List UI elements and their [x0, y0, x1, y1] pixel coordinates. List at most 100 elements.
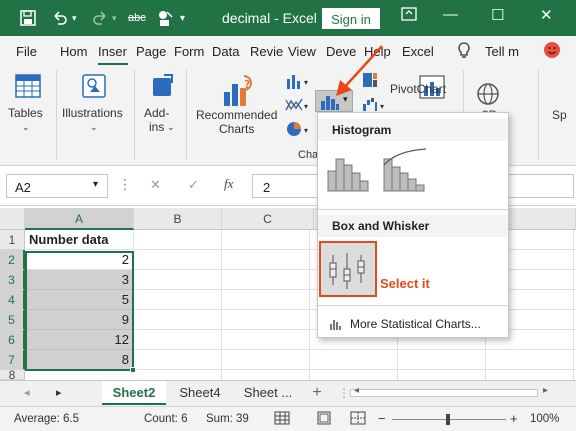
more-statistical-charts-link[interactable]: More Statistical Charts...: [330, 314, 500, 334]
sheet-tab-sheet2[interactable]: Sheet2: [102, 381, 166, 405]
tab-review[interactable]: Revie: [250, 44, 283, 59]
lightbulb-icon[interactable]: [457, 42, 471, 62]
close-icon[interactable]: ✕: [540, 6, 553, 24]
row-header-1[interactable]: 1: [0, 230, 25, 250]
histogram-chart-option[interactable]: [324, 145, 374, 195]
scroll-right-icon[interactable]: ▸: [543, 385, 548, 396]
more-charts-label: More Statistical Charts...: [350, 317, 481, 331]
cell-a3[interactable]: 3: [25, 270, 134, 290]
status-average: Average: 6.5: [14, 413, 80, 425]
spelling-icon[interactable]: abc: [128, 8, 146, 28]
tab-insert[interactable]: Inser: [98, 44, 127, 59]
column-header-a[interactable]: A: [25, 208, 134, 230]
page-layout-view-icon[interactable]: [316, 411, 332, 428]
sheet-tab-more[interactable]: Sheet ...: [234, 381, 302, 405]
select-all-corner[interactable]: [0, 208, 25, 230]
enter-icon[interactable]: ✓: [188, 177, 199, 193]
insert-function-icon[interactable]: fx: [224, 176, 233, 192]
pareto-icon: [383, 148, 427, 192]
undo-icon[interactable]: [52, 8, 68, 28]
column-chart-icon[interactable]: [285, 72, 303, 93]
recommended-charts-label[interactable]: Recommended Charts: [196, 108, 277, 136]
ribbon-separator: [186, 70, 187, 160]
row-header-7[interactable]: 7: [0, 350, 25, 370]
cancel-icon[interactable]: ✕: [150, 177, 161, 193]
save-icon[interactable]: [20, 8, 36, 28]
pie-chart-dropdown-icon[interactable]: ▾: [304, 124, 308, 138]
row-header-5[interactable]: 5: [0, 310, 25, 330]
customize-toolbar-icon[interactable]: ▾: [180, 8, 185, 28]
normal-view-icon[interactable]: [274, 411, 290, 428]
line-chart-icon[interactable]: [285, 96, 303, 117]
box-whisker-chart-option[interactable]: [319, 241, 377, 297]
formula-bar-options-icon[interactable]: ⋮: [118, 176, 132, 193]
ribbon-display-options-icon[interactable]: [401, 6, 417, 26]
undo-dropdown-icon[interactable]: ▾: [72, 8, 77, 28]
tab-data[interactable]: Data: [212, 44, 239, 59]
tell-me-search[interactable]: Tell m: [485, 44, 519, 59]
horizontal-scrollbar[interactable]: [350, 389, 538, 397]
3d-map-icon[interactable]: [476, 82, 500, 109]
tab-formulas[interactable]: Form: [174, 44, 204, 59]
addins-icon[interactable]: [150, 72, 176, 103]
pivotchart-label[interactable]: PivotChart: [390, 82, 446, 96]
zoom-level[interactable]: 100%: [530, 413, 559, 425]
row-header-8[interactable]: 8: [0, 370, 25, 380]
row-header-2[interactable]: 2: [0, 250, 25, 270]
touch-mode-icon[interactable]: [156, 8, 174, 28]
illustrations-label[interactable]: Illustrations: [62, 106, 123, 120]
tab-excel[interactable]: Excel: [402, 44, 434, 59]
cell-a5[interactable]: 9: [25, 310, 134, 330]
status-bar: Average: 6.5 Count: 6 Sum: 39 − + 100%: [0, 406, 576, 431]
box-whisker-icon: [329, 253, 365, 289]
page-break-view-icon[interactable]: [350, 411, 366, 428]
column-chart-dropdown-icon[interactable]: ▾: [304, 76, 308, 90]
name-box-dropdown-icon[interactable]: ▾: [93, 179, 98, 190]
fill-handle[interactable]: [130, 367, 136, 373]
sheet-options-icon[interactable]: ⋮: [338, 386, 350, 400]
tab-page-layout[interactable]: Page: [136, 44, 166, 59]
cell-a6[interactable]: 12: [25, 330, 134, 350]
smiley-feedback-icon[interactable]: [543, 41, 561, 62]
cell-a2[interactable]: 2: [25, 250, 134, 270]
zoom-in-button[interactable]: +: [510, 411, 518, 426]
row-header-4[interactable]: 4: [0, 290, 25, 310]
tables-icon[interactable]: [14, 72, 42, 103]
sparklines-label[interactable]: Sp: [552, 108, 567, 122]
pareto-chart-option[interactable]: [380, 145, 430, 195]
recommended-charts-icon[interactable]: ?: [222, 74, 254, 111]
tab-view[interactable]: View: [288, 44, 316, 59]
column-header-b[interactable]: B: [134, 208, 222, 230]
cell-a1[interactable]: Number data: [25, 230, 134, 250]
zoom-slider-thumb[interactable]: [446, 414, 450, 425]
addins-dropdown-icon[interactable]: ⌄: [167, 120, 175, 134]
zoom-out-button[interactable]: −: [378, 411, 386, 426]
addins-label[interactable]: Add- ins: [144, 106, 169, 134]
add-sheet-button[interactable]: +: [306, 381, 328, 405]
redo-dropdown-icon[interactable]: ▾: [112, 8, 117, 28]
illustrations-dropdown-icon[interactable]: ⌄: [90, 120, 98, 134]
cell-a4[interactable]: 5: [25, 290, 134, 310]
row-header-3[interactable]: 3: [0, 270, 25, 290]
sheet-tab-sheet4[interactable]: Sheet4: [168, 381, 232, 405]
row-header-6[interactable]: 6: [0, 330, 25, 350]
column-header-c[interactable]: C: [222, 208, 314, 230]
tables-label[interactable]: Tables: [8, 106, 43, 120]
name-box[interactable]: A2 ▾: [6, 174, 108, 198]
minimize-icon[interactable]: —: [443, 6, 458, 23]
tables-dropdown-icon[interactable]: ⌄: [22, 120, 30, 134]
tab-home[interactable]: Hom: [60, 44, 87, 59]
charts-group-label: Cha: [298, 149, 319, 161]
scroll-left-icon[interactable]: ◂: [354, 385, 359, 396]
tab-file[interactable]: File: [16, 44, 37, 59]
line-chart-dropdown-icon[interactable]: ▾: [304, 100, 308, 114]
sign-in-button[interactable]: Sign in: [322, 8, 380, 29]
histogram-header: Histogram: [318, 119, 508, 141]
next-sheet-icon[interactable]: ▸: [56, 386, 62, 399]
pie-chart-icon[interactable]: [285, 120, 303, 141]
prev-sheet-icon[interactable]: ◂: [24, 386, 30, 399]
maximize-icon[interactable]: ☐: [491, 6, 504, 24]
cell-a7[interactable]: 8: [25, 350, 134, 370]
illustrations-icon[interactable]: [80, 72, 108, 103]
redo-icon[interactable]: [92, 8, 108, 28]
